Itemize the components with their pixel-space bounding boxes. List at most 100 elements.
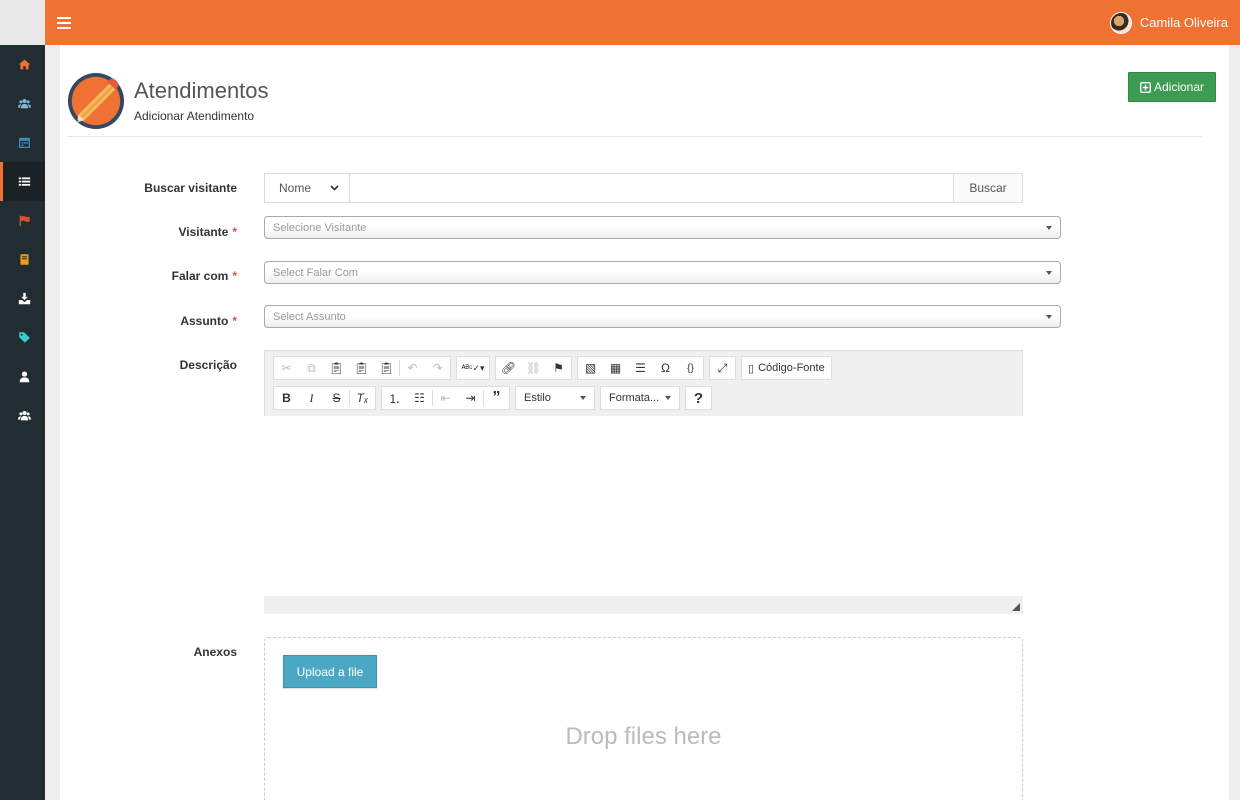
- pencil-logo-icon: [67, 72, 125, 130]
- search-row: Nome Buscar: [264, 173, 1023, 203]
- search-type-value: Nome: [279, 181, 312, 195]
- image-icon[interactable]: ▧: [578, 357, 603, 379]
- paste-text-icon[interactable]: 📋︎: [349, 357, 374, 379]
- user-icon: [19, 371, 29, 383]
- user-menu[interactable]: Camila Oliveira: [1109, 11, 1228, 34]
- sidebar-item-list[interactable]: [0, 162, 45, 201]
- assunto-select[interactable]: Select Assunto: [264, 305, 1061, 328]
- rich-text-editor: ✂ ⧉ 📋︎ 📋︎ 📋︎ ↶ ↷ ᴬᴮᶜ✓▾ 🔗︎ ⛓ ⚑ ▧ ▦ ☰ Ω {}…: [264, 350, 1023, 615]
- plus-square-icon: [1139, 81, 1151, 93]
- chevron-down-icon: [330, 185, 339, 191]
- caret-down-icon: [1046, 314, 1052, 319]
- sidebar-item-home[interactable]: [0, 45, 45, 84]
- user-name: Camila Oliveira: [1139, 15, 1228, 30]
- sidebar-item-tag[interactable]: [0, 318, 45, 357]
- file-dropzone[interactable]: Upload a file Drop files here: [264, 637, 1023, 800]
- cut-icon[interactable]: ✂: [274, 357, 299, 379]
- indent-icon[interactable]: ⇥: [458, 387, 483, 409]
- tag-icon: [18, 332, 30, 343]
- page-header: Atendimentos Adicionar Atendimento: [67, 72, 269, 130]
- resize-handle-icon[interactable]: [1012, 603, 1020, 611]
- caret-down-icon: [1046, 225, 1052, 230]
- add-button[interactable]: Adicionar: [1127, 72, 1216, 102]
- caret-down-icon: [665, 396, 671, 400]
- sidebar-logo-area: [0, 0, 45, 45]
- home-icon: [18, 59, 30, 70]
- sidebar-item-download[interactable]: [0, 279, 45, 318]
- content-panel: Atendimentos Adicionar Atendimento Adici…: [60, 45, 1229, 800]
- sidebar-item-user[interactable]: [0, 357, 45, 396]
- file-code-icon: ▯: [748, 362, 755, 375]
- numbered-list-icon[interactable]: ⒈: [382, 387, 407, 409]
- menu-toggle-icon[interactable]: [57, 16, 71, 29]
- spellcheck-icon[interactable]: ᴬᴮᶜ✓▾: [457, 357, 489, 379]
- code-snippet-icon[interactable]: {}: [678, 357, 703, 379]
- editor-content-area[interactable]: [264, 416, 1023, 596]
- editor-footer: [264, 596, 1023, 614]
- descricao-label: Descrição: [179, 358, 237, 372]
- book-icon: [19, 254, 29, 265]
- visitante-label: Visitante *: [178, 225, 237, 239]
- caret-down-icon: [1046, 270, 1052, 275]
- editor-toolbar: ✂ ⧉ 📋︎ 📋︎ 📋︎ ↶ ↷ ᴬᴮᶜ✓▾ 🔗︎ ⛓ ⚑ ▧ ▦ ☰ Ω {}…: [264, 350, 1023, 416]
- italic-icon[interactable]: I: [299, 387, 324, 409]
- search-label: Buscar visitante: [144, 181, 237, 195]
- users-icon: [17, 98, 31, 109]
- search-input[interactable]: [350, 173, 954, 203]
- sidebar-item-users[interactable]: [0, 84, 45, 123]
- drop-files-text: Drop files here: [565, 723, 722, 750]
- search-button[interactable]: Buscar: [954, 173, 1023, 203]
- maximize-icon[interactable]: ⤢: [710, 357, 735, 379]
- redo-icon[interactable]: ↷: [425, 357, 450, 379]
- style-combo[interactable]: Estilo: [515, 386, 595, 410]
- remove-format-icon[interactable]: Tₓ: [350, 387, 375, 409]
- page-subtitle: Adicionar Atendimento: [134, 108, 255, 123]
- required-mark: *: [232, 269, 237, 283]
- calendar-icon: [18, 137, 30, 148]
- falar-select[interactable]: Select Falar Com: [264, 261, 1061, 284]
- outdent-icon[interactable]: ⇤: [433, 387, 458, 409]
- link-icon[interactable]: 🔗︎: [496, 357, 521, 379]
- top-navbar: Camila Oliveira: [45, 0, 1240, 45]
- page-title: Atendimentos: [134, 78, 269, 104]
- format-combo[interactable]: Formata...: [600, 386, 680, 410]
- visitante-placeholder: Selecione Visitante: [273, 221, 367, 234]
- help-icon[interactable]: ?: [686, 387, 711, 409]
- download-icon: [18, 292, 30, 305]
- bold-icon[interactable]: B: [274, 387, 299, 409]
- flag-icon: [19, 215, 30, 227]
- sidebar-item-book[interactable]: [0, 240, 45, 279]
- horizontal-rule-icon[interactable]: ☰: [628, 357, 653, 379]
- add-button-label: Adicionar: [1153, 80, 1204, 94]
- search-type-select[interactable]: Nome: [264, 173, 350, 203]
- copy-icon[interactable]: ⧉: [299, 357, 324, 379]
- special-char-icon[interactable]: Ω: [653, 357, 678, 379]
- list-icon: [18, 177, 30, 186]
- paste-icon[interactable]: 📋︎: [324, 357, 349, 379]
- bulleted-list-icon[interactable]: ☷: [407, 387, 432, 409]
- falar-label: Falar com *: [171, 269, 237, 283]
- table-icon[interactable]: ▦: [603, 357, 628, 379]
- assunto-label: Assunto *: [180, 314, 237, 328]
- sidebar-item-flag[interactable]: [0, 201, 45, 240]
- anchor-flag-icon[interactable]: ⚑: [546, 357, 571, 379]
- unlink-icon[interactable]: ⛓: [521, 357, 546, 379]
- sidebar-item-group[interactable]: [0, 396, 45, 435]
- visitante-select[interactable]: Selecione Visitante: [264, 216, 1061, 239]
- assunto-placeholder: Select Assunto: [273, 310, 346, 323]
- source-button[interactable]: ▯ Código-Fonte: [742, 357, 831, 379]
- avatar: [1109, 11, 1132, 34]
- paste-word-icon[interactable]: 📋︎: [374, 357, 399, 379]
- required-mark: *: [232, 225, 237, 239]
- required-mark: *: [232, 314, 237, 328]
- upload-button[interactable]: Upload a file: [283, 655, 377, 688]
- sidebar: [0, 0, 45, 800]
- sidebar-item-calendar[interactable]: [0, 123, 45, 162]
- strikethrough-icon[interactable]: S: [324, 387, 349, 409]
- anexos-label: Anexos: [193, 645, 237, 659]
- undo-icon[interactable]: ↶: [400, 357, 425, 379]
- caret-down-icon: [580, 396, 586, 400]
- header-divider: [67, 136, 1202, 137]
- blockquote-icon[interactable]: ”: [484, 387, 509, 409]
- group-icon: [17, 410, 31, 421]
